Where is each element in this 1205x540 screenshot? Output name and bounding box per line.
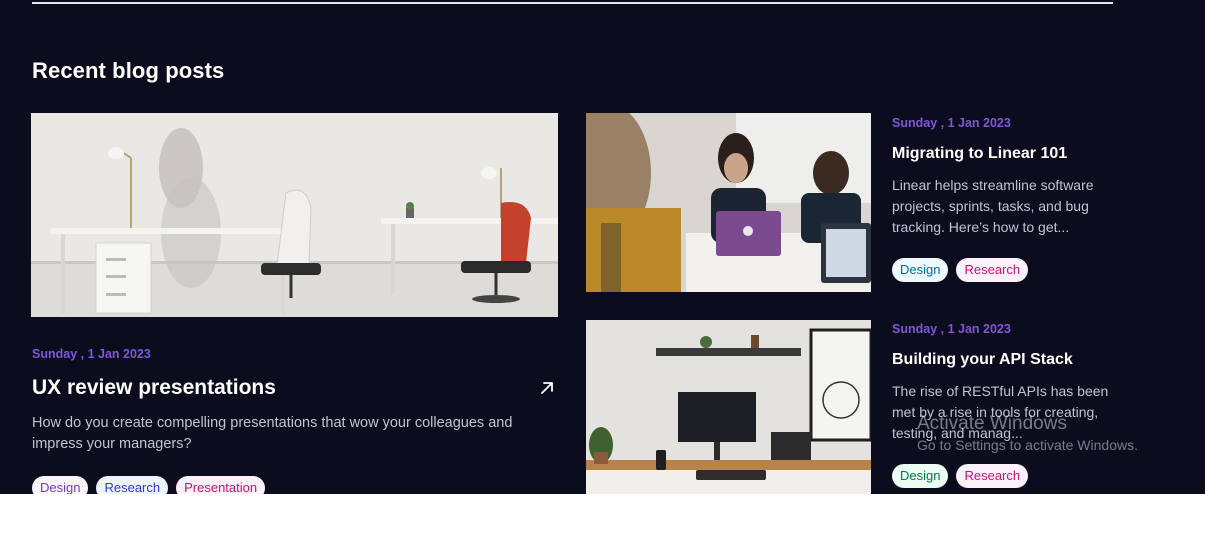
tag-design[interactable]: Design xyxy=(892,464,949,488)
side-post-image[interactable] xyxy=(586,320,871,494)
post-title[interactable]: Migrating to Linear 101 xyxy=(892,145,1067,163)
tag-list: Design Research Presentation xyxy=(32,476,266,494)
post-date: Sunday , 1 Jan 2023 xyxy=(32,347,151,361)
post-title[interactable]: UX review presentations xyxy=(32,376,276,400)
post-date: Sunday , 1 Jan 2023 xyxy=(892,322,1011,336)
post-date: Sunday , 1 Jan 2023 xyxy=(892,116,1011,130)
tag-presentation[interactable]: Presentation xyxy=(176,476,266,494)
blog-section: Recent blog posts Sunday , 1 Jan 2023 UX… xyxy=(0,0,1205,494)
tag-design[interactable]: Design xyxy=(892,258,949,282)
tag-list: Design Research xyxy=(892,258,1029,282)
divider xyxy=(32,2,1113,4)
post-title[interactable]: Building your API Stack xyxy=(892,351,1073,369)
post-description: Linear helps streamline software project… xyxy=(892,177,1094,235)
side-post-image[interactable] xyxy=(586,113,871,292)
activation-watermark-title: Activate Windows xyxy=(917,413,1067,434)
section-title: Recent blog posts xyxy=(32,58,225,83)
post-description: How do you create compelling presentatio… xyxy=(32,415,513,452)
featured-post-image[interactable] xyxy=(31,113,558,317)
activation-watermark-subtitle: Go to Settings to activate Windows. xyxy=(917,437,1138,453)
arrow-up-right-icon[interactable] xyxy=(538,379,556,397)
tag-design[interactable]: Design xyxy=(32,476,89,494)
tag-research[interactable]: Research xyxy=(96,476,169,494)
tag-list: Design Research xyxy=(892,464,1029,488)
tag-research[interactable]: Research xyxy=(956,258,1029,282)
tag-research[interactable]: Research xyxy=(956,464,1029,488)
